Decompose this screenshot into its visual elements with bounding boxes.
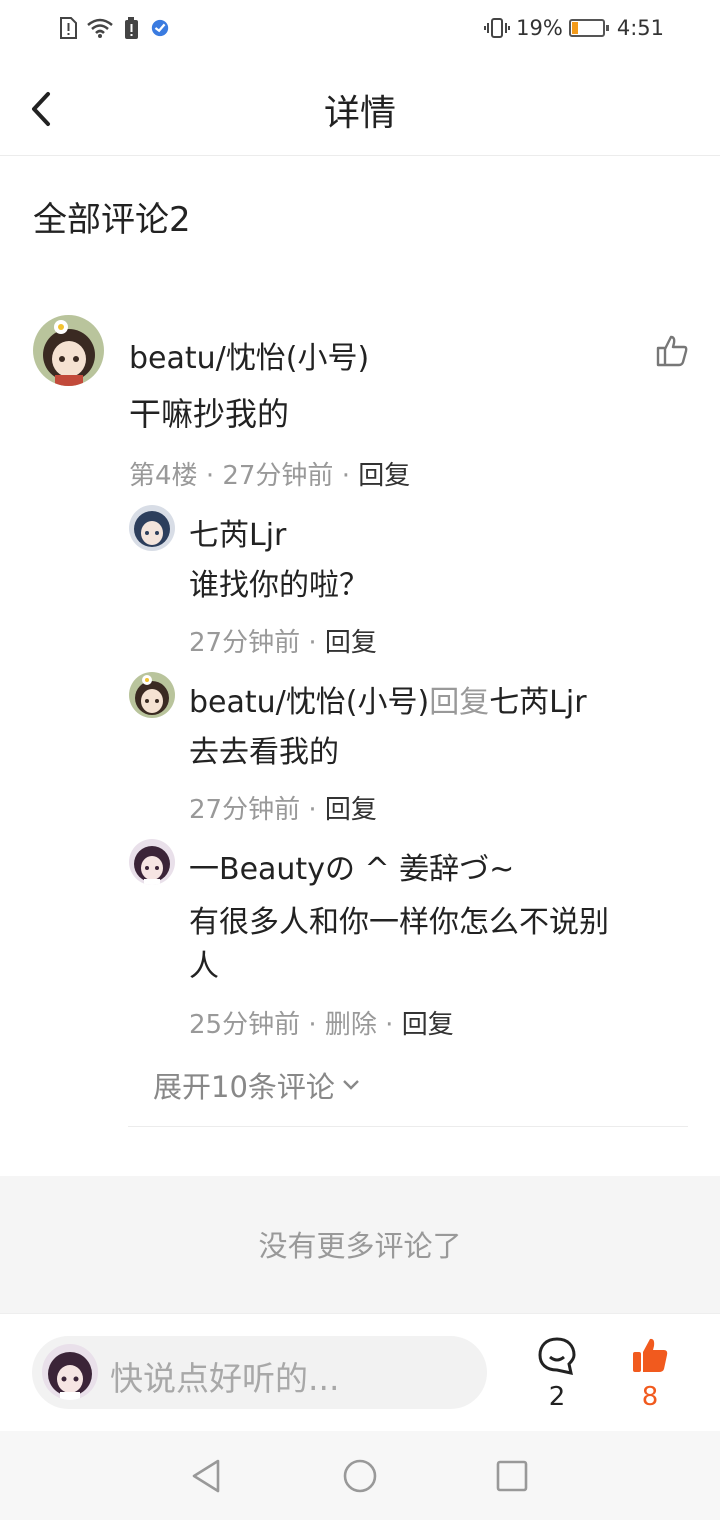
battery-icon <box>568 19 609 37</box>
like-icon[interactable] <box>655 334 689 368</box>
reply-button[interactable]: 回复 <box>358 461 410 491</box>
page-title: 详情 <box>323 93 396 134</box>
floor-label: 第4楼 <box>129 461 198 491</box>
status-bar: 19% 4:51 <box>0 0 720 62</box>
reply-text-line-2: 人 <box>189 949 219 984</box>
reply-text-line-1: 有很多人和你一样你怎么不说别 <box>189 905 609 940</box>
reply-author[interactable]: beatu/忱怡(小号) <box>189 685 429 720</box>
like-count-button[interactable]: 8 <box>620 1336 680 1412</box>
avatar <box>42 1344 98 1400</box>
battery-percent: 19% <box>516 16 563 40</box>
reply-meta: 27分钟前 · 回复 <box>189 795 377 825</box>
sim-alert-icon <box>60 17 77 39</box>
reply-author-line: beatu/忱怡(小号)回复七芮Ljr <box>189 677 587 721</box>
reply-time: 27分钟前 <box>189 628 301 658</box>
comment-count: 2 <box>548 1382 566 1412</box>
comment-time: 27分钟前 <box>222 461 334 491</box>
no-more-comments: 没有更多评论了 <box>0 1176 720 1313</box>
system-nav-bar <box>0 1431 720 1520</box>
clock: 4:51 <box>616 16 664 40</box>
reply-meta: 27分钟前 · 回复 <box>189 628 377 658</box>
bottom-bar: 快说点好听的... 2 8 <box>0 1313 720 1431</box>
comment-text: 干嘛抄我的 <box>129 395 290 433</box>
battery-alert-icon <box>125 17 138 39</box>
expand-label: 展开10条评论 <box>153 1070 335 1104</box>
reply-text: 谁找你的啦？ <box>189 568 369 603</box>
comment-bubble-icon <box>538 1337 576 1375</box>
avatar[interactable] <box>129 672 175 718</box>
input-placeholder: 快说点好听的... <box>110 1359 340 1398</box>
delete-button[interactable]: 删除 <box>325 1010 377 1040</box>
header: 详情 <box>0 62 720 156</box>
chevron-down-icon <box>343 1080 359 1090</box>
vibrate-icon <box>484 18 511 38</box>
status-left-icons <box>58 17 170 39</box>
reply-word: 回复 <box>429 685 490 720</box>
reply-text: 去去看我的 <box>189 735 339 770</box>
reply-button[interactable]: 回复 <box>325 795 377 825</box>
like-count: 8 <box>641 1382 659 1412</box>
reply-time: 27分钟前 <box>189 795 301 825</box>
reply-button[interactable]: 回复 <box>325 628 377 658</box>
avatar[interactable] <box>33 315 104 386</box>
status-right: 19% 4:51 <box>484 16 664 40</box>
app-notification-icon <box>151 19 169 37</box>
reply-author[interactable]: 七芮Ljr <box>189 510 286 554</box>
thumbs-up-icon <box>633 1338 668 1372</box>
avatar[interactable] <box>129 505 175 551</box>
expand-replies-button[interactable]: 展开10条评论 <box>153 1064 361 1106</box>
comments-section-title: 全部评论2 <box>33 200 191 240</box>
nav-back-icon[interactable] <box>188 1457 224 1495</box>
reply-button[interactable]: 回复 <box>402 1010 454 1040</box>
reply-time: 25分钟前 <box>189 1010 301 1040</box>
comment-meta: 第4楼 · 27分钟前 · 回复 <box>129 461 411 491</box>
nav-recents-icon[interactable] <box>495 1459 529 1493</box>
wifi-icon <box>87 18 113 38</box>
reply-target[interactable]: 七芮Ljr <box>489 685 586 720</box>
divider <box>128 1126 688 1127</box>
reply-author[interactable]: 一Beautyの ^ 姜辞づ~ <box>189 844 514 888</box>
avatar[interactable] <box>129 839 175 885</box>
comment-count-button[interactable]: 2 <box>527 1336 587 1412</box>
comment-input[interactable]: 快说点好听的... <box>32 1336 487 1409</box>
reply-meta: 25分钟前 · 删除 · 回复 <box>189 1010 454 1040</box>
comment-author[interactable]: beatu/忱怡(小号) <box>129 333 369 377</box>
nav-home-icon[interactable] <box>342 1458 378 1494</box>
